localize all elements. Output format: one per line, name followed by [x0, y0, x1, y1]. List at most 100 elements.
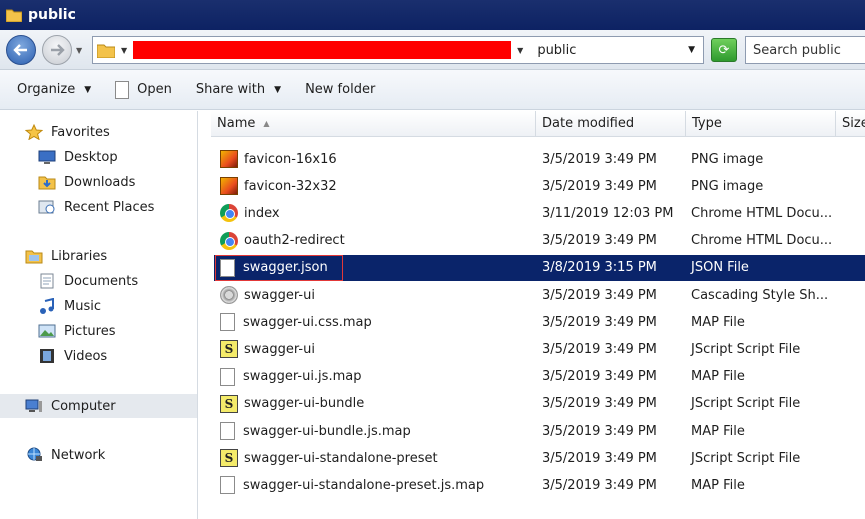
share-with-button[interactable]: Share with ▼: [196, 82, 281, 97]
file-icon: [220, 367, 235, 386]
column-header-size[interactable]: Size: [836, 111, 865, 137]
file-date: 3/5/2019 3:49 PM: [542, 151, 657, 167]
table-row[interactable]: swagger-ui.css.map 3/5/2019 3:49 PM MAP Fi…: [214, 309, 865, 335]
nav-label: Libraries: [51, 248, 108, 264]
address-dropdown-icon[interactable]: ▼: [688, 45, 695, 55]
file-list: Name ▲ Date modified Type Size favicon-1…: [199, 111, 865, 519]
file-name: swagger-ui.js.map: [243, 369, 362, 385]
search-input[interactable]: Search public: [745, 36, 865, 64]
table-row[interactable]: Sswagger-ui-standalone-preset 3/5/2019 3:…: [214, 445, 865, 471]
recent-pages-dropdown[interactable]: ▼: [76, 46, 82, 55]
libraries-icon: [25, 250, 43, 264]
table-row[interactable]: index 3/11/2019 12:03 PM Chrome HTML Docu.…: [214, 200, 865, 226]
chevron-down-icon[interactable]: ▼: [517, 46, 523, 55]
file-name-cell: Sswagger-ui-standalone-preset: [220, 449, 438, 468]
file-name: swagger-ui: [244, 287, 315, 303]
file-name-cell: swagger-ui: [220, 286, 315, 304]
documents-icon: [40, 273, 54, 289]
nav-music[interactable]: Music: [38, 295, 101, 317]
file-name: swagger-ui: [244, 341, 315, 357]
organize-button[interactable]: Organize ▼: [17, 82, 91, 97]
nav-documents[interactable]: Documents: [38, 270, 138, 292]
table-row[interactable]: favicon-32x32 3/5/2019 3:49 PM PNG image: [214, 173, 865, 199]
folder-icon: [97, 44, 115, 58]
navigation-pane: Favorites Desktop Downloads Recent Place…: [0, 111, 198, 519]
recent-places-icon: [38, 200, 55, 214]
forward-button[interactable]: [42, 35, 72, 65]
open-button[interactable]: Open: [115, 80, 172, 99]
file-type: JScript Script File: [691, 450, 801, 466]
nav-recent-places[interactable]: Recent Places: [38, 196, 154, 218]
breadcrumb[interactable]: public: [537, 43, 576, 58]
column-header-type[interactable]: Type: [686, 111, 836, 137]
nav-label: Desktop: [64, 149, 118, 165]
refresh-button[interactable]: ⟳: [711, 38, 737, 62]
nav-desktop[interactable]: Desktop: [38, 146, 118, 168]
png-image-icon: [220, 150, 238, 168]
pictures-icon: [38, 324, 56, 338]
arrow-right-icon: [51, 44, 65, 56]
nav-computer[interactable]: Computer: [0, 394, 197, 418]
file-name-cell: swagger-ui.css.map: [220, 313, 372, 332]
chevron-down-icon[interactable]: ▼: [121, 46, 127, 55]
file-date: 3/5/2019 3:49 PM: [542, 369, 657, 385]
file-type: Chrome HTML Docu...: [691, 233, 833, 249]
music-icon: [40, 298, 54, 314]
organize-label: Organize: [17, 82, 76, 97]
table-row[interactable]: Sswagger-ui-bundle 3/5/2019 3:49 PM JScrip…: [214, 391, 865, 417]
nav-favorites[interactable]: Favorites: [25, 121, 110, 143]
column-header-date[interactable]: Date modified: [536, 111, 686, 137]
file-name-cell: favicon-16x16: [220, 150, 337, 168]
nav-network[interactable]: Network: [25, 444, 105, 466]
file-name: swagger-ui-bundle: [244, 396, 365, 412]
file-type: Cascading Style Sh...: [691, 287, 829, 303]
downloads-folder-icon: [38, 176, 56, 190]
table-row[interactable]: swagger-ui-standalone-preset.js.map 3/5/2…: [214, 472, 865, 498]
file-date: 3/5/2019 3:49 PM: [542, 477, 657, 493]
file-name-cell: favicon-32x32: [220, 177, 337, 196]
redacted-path: [133, 41, 512, 59]
command-bar: Organize ▼ Open Share with ▼ New folder: [0, 70, 865, 110]
nav-label: Recent Places: [64, 199, 155, 215]
desktop-icon: [38, 150, 56, 164]
file-date: 3/5/2019 3:49 PM: [542, 423, 657, 439]
address-row: ▼ ▼ ▼ public ▼ ⟳ Search public: [0, 30, 865, 70]
file-name-cell: swagger-ui.js.map: [220, 367, 362, 386]
network-icon: [27, 447, 42, 461]
file-name-cell: Sswagger-ui-bundle: [220, 394, 365, 413]
jscript-icon: S: [220, 394, 238, 413]
sort-ascending-icon: ▲: [263, 119, 270, 128]
caret-down-icon: ▼: [84, 84, 92, 95]
table-row[interactable]: favicon-16x16 3/5/2019 3:49 PM PNG image: [214, 146, 865, 172]
search-placeholder: Search public: [753, 42, 841, 58]
chrome-icon: [220, 204, 238, 223]
css-icon: [220, 286, 238, 304]
table-row[interactable]: oauth2-redirect 3/5/2019 3:49 PM Chrome HT…: [214, 228, 865, 254]
caret-down-icon: ▼: [274, 84, 282, 95]
file-date: 3/5/2019 3:49 PM: [542, 396, 657, 412]
column-label: Type: [692, 116, 722, 131]
nav-pictures[interactable]: Pictures: [38, 320, 115, 342]
table-row[interactable]: swagger-ui 3/5/2019 3:49 PM Cascading Styl…: [214, 282, 865, 308]
table-row[interactable]: swagger-ui-bundle.js.map 3/5/2019 3:49 PM…: [214, 418, 865, 444]
file-date: 3/5/2019 3:49 PM: [542, 341, 657, 357]
file-date: 3/11/2019 12:03 PM: [542, 205, 674, 221]
file-type: MAP File: [691, 314, 745, 330]
column-label: Name: [217, 116, 256, 131]
nav-downloads[interactable]: Downloads: [38, 171, 135, 193]
table-row[interactable]: swagger.json 3/8/2019 3:15 PM JSON File: [214, 254, 865, 281]
file-type: MAP File: [691, 423, 745, 439]
column-header-name[interactable]: Name ▲: [211, 111, 536, 137]
file-date: 3/5/2019 3:49 PM: [542, 450, 657, 466]
new-folder-button[interactable]: New folder: [305, 82, 375, 97]
table-row[interactable]: swagger-ui.js.map 3/5/2019 3:49 PM MAP Fil…: [214, 364, 865, 390]
table-row[interactable]: Sswagger-ui 3/5/2019 3:49 PM JScript Scrip…: [214, 336, 865, 362]
nav-label: Documents: [64, 273, 139, 289]
file-type: PNG image: [691, 151, 764, 167]
back-button[interactable]: [6, 35, 36, 65]
nav-videos[interactable]: Videos: [38, 345, 107, 367]
address-bar[interactable]: ▼ ▼ public ▼: [92, 36, 704, 64]
nav-libraries[interactable]: Libraries: [25, 245, 107, 267]
nav-label: Downloads: [64, 174, 136, 190]
file-date: 3/5/2019 3:49 PM: [542, 287, 657, 303]
